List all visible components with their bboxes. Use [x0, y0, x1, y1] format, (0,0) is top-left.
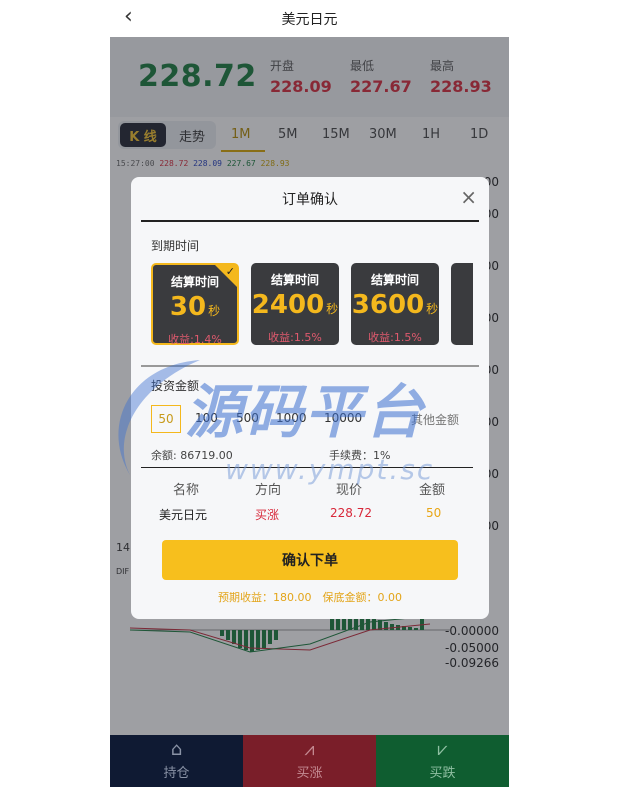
amount-option[interactable]: 500 — [236, 411, 259, 425]
expiry-card[interactable]: 结算时间 3600 秒 收益:1.5% — [351, 263, 439, 345]
position-icon: ⌂ — [170, 739, 183, 760]
expiry-card[interactable]: 结 48 收 — [451, 263, 473, 345]
divider — [141, 220, 479, 222]
expiry-label: 到期时间 — [151, 239, 200, 253]
divider — [141, 467, 473, 468]
balance-text: 余额: 86719.00 — [151, 449, 233, 462]
table-header: 金额 — [419, 483, 446, 498]
chart-up-icon: ⩘ — [304, 739, 315, 760]
amount-option-selected[interactable]: 50 — [151, 405, 181, 433]
other-amount-input[interactable] — [409, 411, 477, 429]
expiry-card[interactable]: 结算时间 30 秒 收益:1.4% ✓ — [151, 263, 239, 346]
check-icon: ✓ — [225, 265, 235, 278]
order-confirm-modal: 订单确认 × 到期时间 结算时间 30 秒 收益:1.4% ✓ 结算时间 2400… — [131, 177, 489, 619]
expiry-card[interactable]: 结算时间 2400 秒 收益:1.5% — [251, 263, 339, 345]
modal-title: 订单确认 — [282, 192, 338, 208]
table-cell: 228.72 — [330, 506, 372, 520]
table-header: 方向 — [255, 483, 282, 498]
table-cell: 美元日元 — [159, 508, 208, 522]
table-cell: 50 — [426, 506, 442, 520]
amount-option[interactable]: 1000 — [276, 411, 307, 425]
buy-up-button[interactable]: ⩘ 买涨 — [243, 735, 376, 787]
amount-label: 投资金额 — [151, 379, 200, 393]
close-icon[interactable]: × — [460, 185, 477, 209]
bottom-bar: ⌂ 持仓 ⩘ 买涨 ⩗ 买跌 — [110, 735, 509, 787]
page-title: 美元日元 — [281, 11, 338, 28]
header: ‹ 美元日元 — [110, 0, 509, 37]
table-header: 现价 — [336, 483, 363, 498]
buy-down-button[interactable]: ⩗ 买跌 — [376, 735, 509, 787]
fee-text: 手续费：1% — [329, 449, 391, 462]
expected-return-text: 预期收益：180.00 保底金额：0.00 — [218, 591, 402, 604]
amount-options: 50 100 500 1000 10000 — [151, 405, 481, 435]
amount-option[interactable]: 100 — [195, 411, 218, 425]
table-cell: 买涨 — [255, 508, 280, 522]
expiry-options: 结算时间 30 秒 收益:1.4% ✓ 结算时间 2400 秒 收益:1.5% 结算… — [151, 263, 473, 349]
table-header: 名称 — [173, 483, 200, 498]
chart-down-icon: ⩗ — [437, 739, 448, 760]
amount-option[interactable]: 10000 — [324, 411, 362, 425]
confirm-order-button[interactable]: 确认下单 — [162, 540, 458, 580]
chevron-left-icon[interactable]: ‹ — [124, 4, 133, 29]
position-button[interactable]: ⌂ 持仓 — [110, 735, 243, 787]
divider — [141, 365, 479, 367]
